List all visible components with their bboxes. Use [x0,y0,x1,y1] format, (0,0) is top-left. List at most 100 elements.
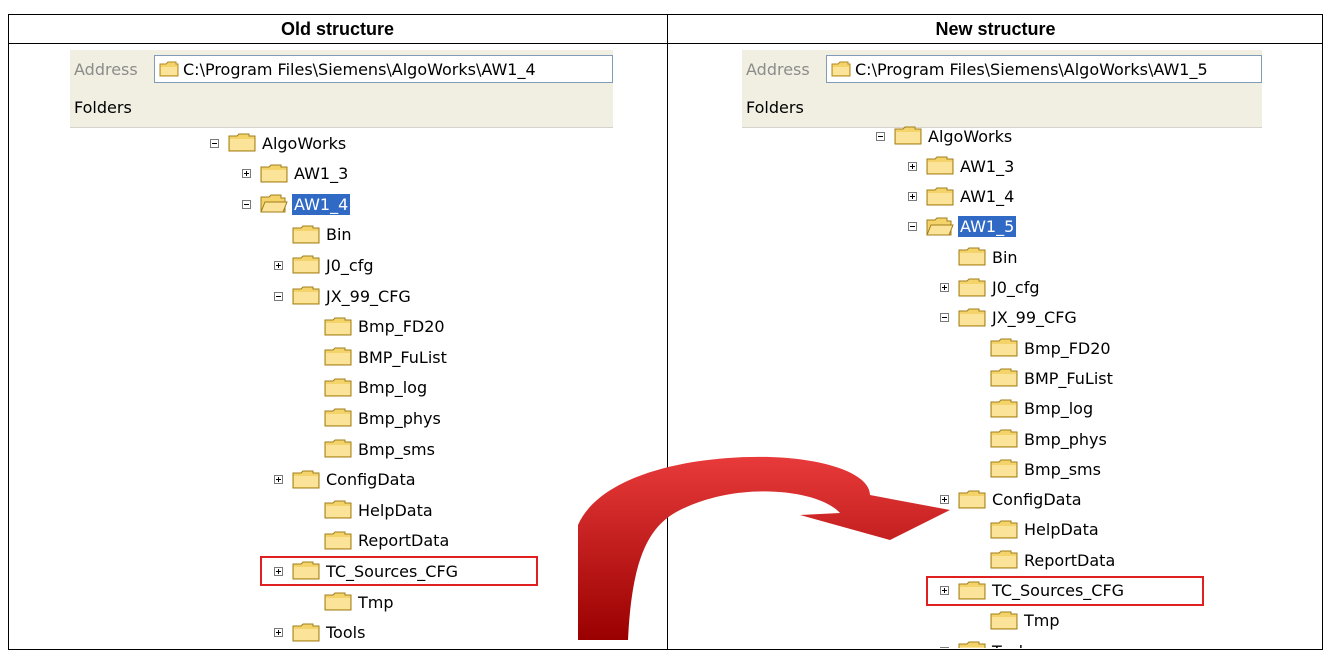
address-input[interactable]: C:\Program Files\Siemens\AlgoWorks\AW1_5 [826,55,1262,83]
folder-icon [990,399,1018,418]
collapse-icon[interactable] [274,291,283,301]
tree-item[interactable]: Tmp [306,589,396,615]
new-structure-title: New structure [935,19,1056,39]
expand-icon[interactable] [274,260,283,270]
address-bar: Address C:\Program Files\Siemens\AlgoWor… [742,50,1262,89]
collapse-icon[interactable] [210,138,219,148]
tree-item[interactable]: ConfigData [940,487,1084,513]
folder-icon [292,225,320,244]
folder-icon [990,368,1018,387]
folder-icon [260,164,288,183]
tree-item-label: HelpData [1024,520,1099,540]
tree-item-label: J0_cfg [326,255,374,275]
tree-item[interactable]: AW1_3 [242,161,350,187]
folder-icon [926,156,954,175]
tree-item[interactable]: Bmp_log [306,375,429,401]
tree-item[interactable]: Bin [940,244,1020,270]
tree-item-label: Tmp [358,592,394,612]
address-label: Address [74,60,138,79]
tree-item[interactable]: Bmp_FD20 [972,335,1113,361]
tree-item[interactable]: JX_99_CFG [940,305,1079,331]
collapse-icon[interactable] [908,222,917,232]
folder-icon [324,500,352,519]
tree-item[interactable]: AlgoWorks [876,123,1014,149]
open-folder-icon [260,194,288,213]
tree-item[interactable]: Bmp_sms [306,436,437,462]
tree-item[interactable]: JX_99_CFG [274,283,413,309]
curved-arrow-icon [578,456,950,640]
highlight-box [260,556,538,587]
folders-label: Folders [74,98,132,117]
tree-item-label: Bin [326,225,352,245]
tree-item-label: Bmp_phys [358,408,441,428]
tree-item[interactable]: HelpData [972,517,1101,543]
expand-icon[interactable] [242,169,251,179]
collapse-icon[interactable] [876,131,885,141]
tree-item[interactable]: AW1_3 [908,153,1016,179]
folder-icon [990,520,1018,539]
expand-icon[interactable] [908,161,917,171]
folder-icon [958,247,986,266]
tree-item[interactable]: ReportData [306,528,451,554]
tree-item[interactable]: AW1_5 [908,214,1017,240]
tree-item-label: AW1_3 [960,156,1015,176]
tree-item[interactable]: Tools [274,620,367,646]
address-path: C:\Program Files\Siemens\AlgoWorks\AW1_5 [855,60,1208,79]
expand-icon[interactable] [908,192,917,202]
folders-pane-header: Folders [70,88,613,128]
expand-icon[interactable] [940,646,949,648]
tree-item-label: AlgoWorks [928,126,1013,146]
tree-item[interactable]: AlgoWorks [210,130,348,156]
tree-item[interactable]: AW1_4 [908,184,1016,210]
old-structure-title: Old structure [280,19,395,39]
folder-icon [324,317,352,336]
header-divider [8,43,1323,44]
folder-icon [292,286,320,305]
folder-icon [324,592,352,611]
tree-item-label: Bmp_FD20 [1024,338,1111,358]
tree-item-label: Bmp_log [1024,399,1094,419]
tree-item-label: JX_99_CFG [326,286,411,306]
expand-icon[interactable] [940,283,949,292]
folder-icon [159,61,179,77]
expand-icon[interactable] [274,628,283,638]
address-path: C:\Program Files\Siemens\AlgoWorks\AW1_4 [183,60,536,79]
collapse-icon[interactable] [940,313,949,323]
folder-icon [990,550,1018,569]
tree-item[interactable]: Bin [274,222,354,248]
folder-icon [324,531,352,550]
tree-item-label: ConfigData [992,490,1082,510]
address-input[interactable]: C:\Program Files\Siemens\AlgoWorks\AW1_4 [154,55,613,83]
tree-item-label: Bmp_log [358,378,428,398]
tree-item-label: ConfigData [326,470,416,490]
tree-item-label: AW1_3 [294,164,349,184]
folder-icon [228,133,256,152]
tree-item-label: Bmp_sms [1024,459,1101,479]
tree-item[interactable]: ReportData [972,547,1117,573]
collapse-icon[interactable] [242,199,251,209]
tree-item-label: BMP_FuList [1024,368,1113,388]
tree-item[interactable]: Bmp_log [972,396,1095,422]
highlight-box [926,575,1204,606]
tree-item[interactable]: Bmp_sms [972,456,1103,482]
tree-item[interactable]: J0_cfg [274,252,375,278]
tree-item-label: Tools [326,623,366,643]
tree-item-label: JX_99_CFG [992,308,1077,328]
tree-item-label: AW1_5 [958,216,1017,238]
folder-icon [958,641,986,648]
folder-icon [324,378,352,397]
tree-item[interactable]: BMP_FuList [972,365,1115,391]
tree-item[interactable]: J0_cfg [940,275,1041,301]
tree-item[interactable]: Bmp_phys [972,426,1109,452]
tree-item[interactable]: ConfigData [274,467,418,493]
tree-item[interactable]: AW1_4 [242,191,351,217]
tree-item[interactable]: Tmp [972,608,1062,634]
expand-icon[interactable] [274,475,283,485]
tree-item[interactable]: Bmp_FD20 [306,314,447,340]
folder-icon [958,308,986,327]
tree-item[interactable]: HelpData [306,497,435,523]
tree-item[interactable]: BMP_FuList [306,344,449,370]
folder-icon [958,490,986,509]
tree-item-label: AW1_4 [292,193,351,215]
tree-item[interactable]: Bmp_phys [306,405,443,431]
